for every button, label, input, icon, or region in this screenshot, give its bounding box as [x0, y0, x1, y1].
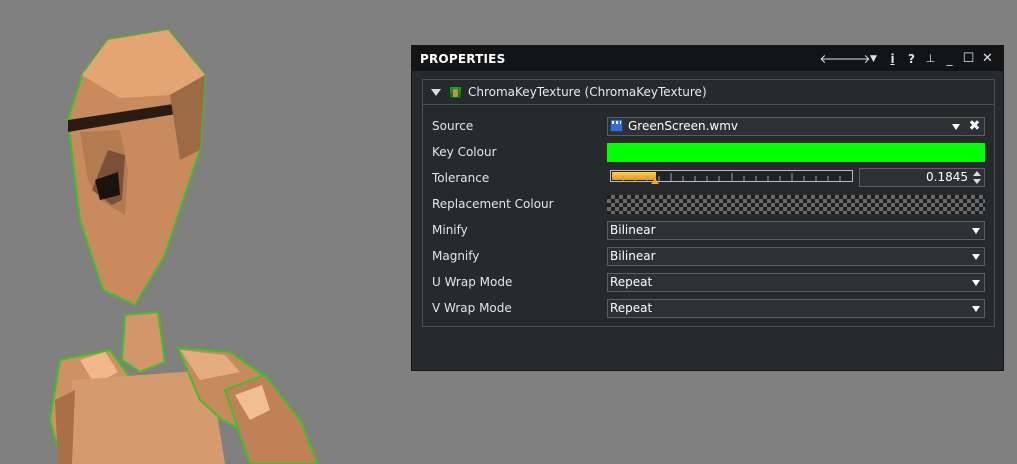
source-dropdown[interactable]: GreenScreen.wmv ✖ [607, 117, 985, 136]
pin-icon[interactable]: ⊥ [921, 49, 940, 69]
magnify-label: Magnify [432, 249, 480, 263]
property-row-magnify: Magnify Bilinear [423, 243, 994, 269]
properties-panel: PROPERTIES 🡐 🡒 ▼ i ? ⊥ _ ☐ ✕ ChromaKeyTe… [411, 45, 1004, 371]
property-row-v-wrap-mode: V Wrap Mode Repeat [423, 295, 994, 321]
close-icon[interactable]: ✕ [978, 49, 997, 69]
tolerance-spinbox[interactable]: 0.1845 [859, 168, 985, 187]
u-wrap-mode-dropdown[interactable]: Repeat [607, 273, 985, 292]
maximize-icon[interactable]: ☐ [959, 49, 978, 69]
slider-ticks [622, 173, 841, 181]
source-label: Source [432, 119, 474, 133]
mannequin-figure-icon [48, 29, 320, 464]
dropdown-arrow-icon[interactable] [972, 254, 980, 260]
property-row-source: Source GreenScreen.wmv ✖ [423, 113, 994, 139]
source-value: GreenScreen.wmv [628, 119, 739, 133]
menu-dropdown-icon[interactable]: ▼ [864, 49, 883, 69]
dropdown-arrow-icon[interactable] [952, 124, 960, 130]
property-row-tolerance: Tolerance 0.1845 [423, 165, 994, 191]
clear-source-icon[interactable]: ✖ [966, 118, 983, 135]
component-title: ChromaKeyTexture (ChromaKeyTexture) [468, 85, 707, 99]
v-wrap-mode-dropdown[interactable]: Repeat [607, 299, 985, 318]
v-wrap-mode-label: V Wrap Mode [432, 301, 512, 315]
tolerance-label: Tolerance [432, 171, 490, 185]
replacement-colour-label: Replacement Colour [432, 197, 554, 211]
property-row-key-colour: Key Colour [423, 139, 994, 165]
property-row-replacement-colour: Replacement Colour [423, 191, 994, 217]
minify-value: Bilinear [610, 223, 656, 237]
help-icon[interactable]: ? [902, 49, 921, 69]
v-wrap-mode-value: Repeat [610, 301, 653, 315]
tolerance-value: 0.1845 [926, 170, 968, 184]
dropdown-arrow-icon[interactable] [972, 306, 980, 312]
key-colour-label: Key Colour [432, 145, 497, 159]
3d-viewport[interactable]: PROPERTIES 🡐 🡒 ▼ i ? ⊥ _ ☐ ✕ ChromaKeyTe… [0, 0, 1017, 464]
info-icon[interactable]: i [883, 49, 902, 69]
tolerance-slider[interactable] [610, 170, 853, 182]
panel-title: PROPERTIES [420, 51, 506, 66]
magnify-value: Bilinear [610, 249, 656, 263]
forward-arrow-icon[interactable]: 🡒 [838, 49, 870, 69]
spin-up-icon[interactable] [973, 171, 981, 176]
dropdown-arrow-icon[interactable] [972, 280, 980, 286]
minimize-icon[interactable]: _ [940, 49, 959, 69]
magnify-dropdown[interactable]: Bilinear [607, 247, 985, 266]
spin-down-icon[interactable] [973, 179, 981, 184]
component-section: ChromaKeyTexture (ChromaKeyTexture) Sour… [422, 79, 995, 327]
collapse-triangle-icon[interactable] [431, 88, 441, 96]
slider-handle-icon[interactable] [651, 178, 659, 184]
key-colour-swatch[interactable] [607, 143, 985, 162]
minify-label: Minify [432, 223, 468, 237]
dropdown-arrow-icon[interactable] [972, 228, 980, 234]
u-wrap-mode-label: U Wrap Mode [432, 275, 513, 289]
panel-titlebar[interactable]: PROPERTIES 🡐 🡒 ▼ i ? ⊥ _ ☐ ✕ [412, 46, 1003, 71]
u-wrap-mode-value: Repeat [610, 275, 653, 289]
property-row-u-wrap-mode: U Wrap Mode Repeat [423, 269, 994, 295]
property-row-minify: Minify Bilinear [423, 217, 994, 243]
chroma-key-component-icon [449, 85, 462, 99]
component-header[interactable]: ChromaKeyTexture (ChromaKeyTexture) [423, 80, 994, 105]
minify-dropdown[interactable]: Bilinear [607, 221, 985, 240]
video-file-icon [610, 119, 623, 132]
replacement-colour-swatch[interactable] [607, 195, 985, 214]
